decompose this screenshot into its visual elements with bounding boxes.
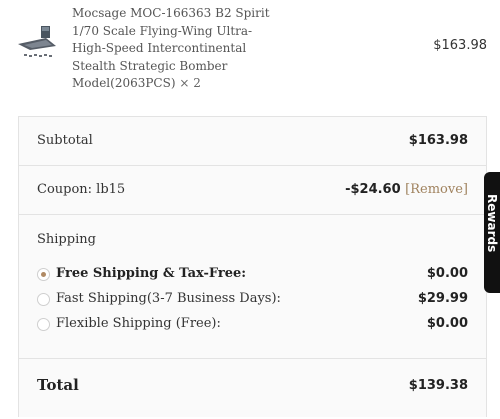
shipping-option-free[interactable]: Free Shipping & Tax-Free: $0.00 xyxy=(37,265,468,285)
subtotal-label: Subtotal xyxy=(37,133,93,148)
product-title-text[interactable]: Mocsage MOC-166363 B2 Spirit 1/70 Scale … xyxy=(72,6,270,90)
coupon-value-group: -$24.60 [Remove] xyxy=(345,182,468,197)
shipping-option-label[interactable]: Free Shipping & Tax-Free: xyxy=(56,266,246,281)
rewards-side-tab[interactable]: Rewards xyxy=(484,172,500,293)
coupon-discount: -$24.60 xyxy=(345,182,401,197)
total-value: $139.38 xyxy=(408,378,468,393)
shipping-radio-flexible[interactable] xyxy=(37,318,50,331)
cart-item: Mocsage MOC-166363 B2 Spirit 1/70 Scale … xyxy=(0,0,500,100)
rewards-side-tab-label: Rewards xyxy=(485,194,499,253)
remove-coupon-link[interactable]: [Remove] xyxy=(405,182,468,197)
subtotal-row: Subtotal $163.98 xyxy=(19,117,486,166)
order-summary: Subtotal $163.98 Coupon: lb15 -$24.60 [R… xyxy=(18,116,487,417)
coupon-label: Coupon: lb15 xyxy=(37,182,126,197)
rewards-side-tab-label-clip: Rewards xyxy=(485,194,499,274)
shipping-option-price: $29.99 xyxy=(417,291,468,306)
product-quantity: × 2 xyxy=(179,76,201,90)
product-price: $163.98 xyxy=(433,38,487,53)
shipping-option-flexible[interactable]: Flexible Shipping (Free): $0.00 xyxy=(37,315,468,335)
shipping-label: Shipping xyxy=(37,232,96,247)
shipping-row: Shipping Free Shipping & Tax-Free: $0.00… xyxy=(19,215,486,359)
total-label: Total xyxy=(37,376,79,394)
shipping-option-fast[interactable]: Fast Shipping(3-7 Business Days): $29.99 xyxy=(37,290,468,310)
product-title[interactable]: Mocsage MOC-166363 B2 Spirit 1/70 Scale … xyxy=(72,5,272,93)
product-thumbnail[interactable] xyxy=(16,20,60,64)
shipping-radio-fast[interactable] xyxy=(37,293,50,306)
shipping-option-label[interactable]: Fast Shipping(3-7 Business Days): xyxy=(56,291,281,306)
subtotal-value: $163.98 xyxy=(408,133,468,148)
shipping-option-label[interactable]: Flexible Shipping (Free): xyxy=(56,316,221,331)
coupon-row: Coupon: lb15 -$24.60 [Remove] xyxy=(19,166,486,215)
shipping-option-price: $0.00 xyxy=(426,266,468,281)
shipping-option-price: $0.00 xyxy=(426,316,468,331)
shipping-radio-free[interactable] xyxy=(37,268,50,281)
total-row: Total $139.38 xyxy=(19,359,486,419)
